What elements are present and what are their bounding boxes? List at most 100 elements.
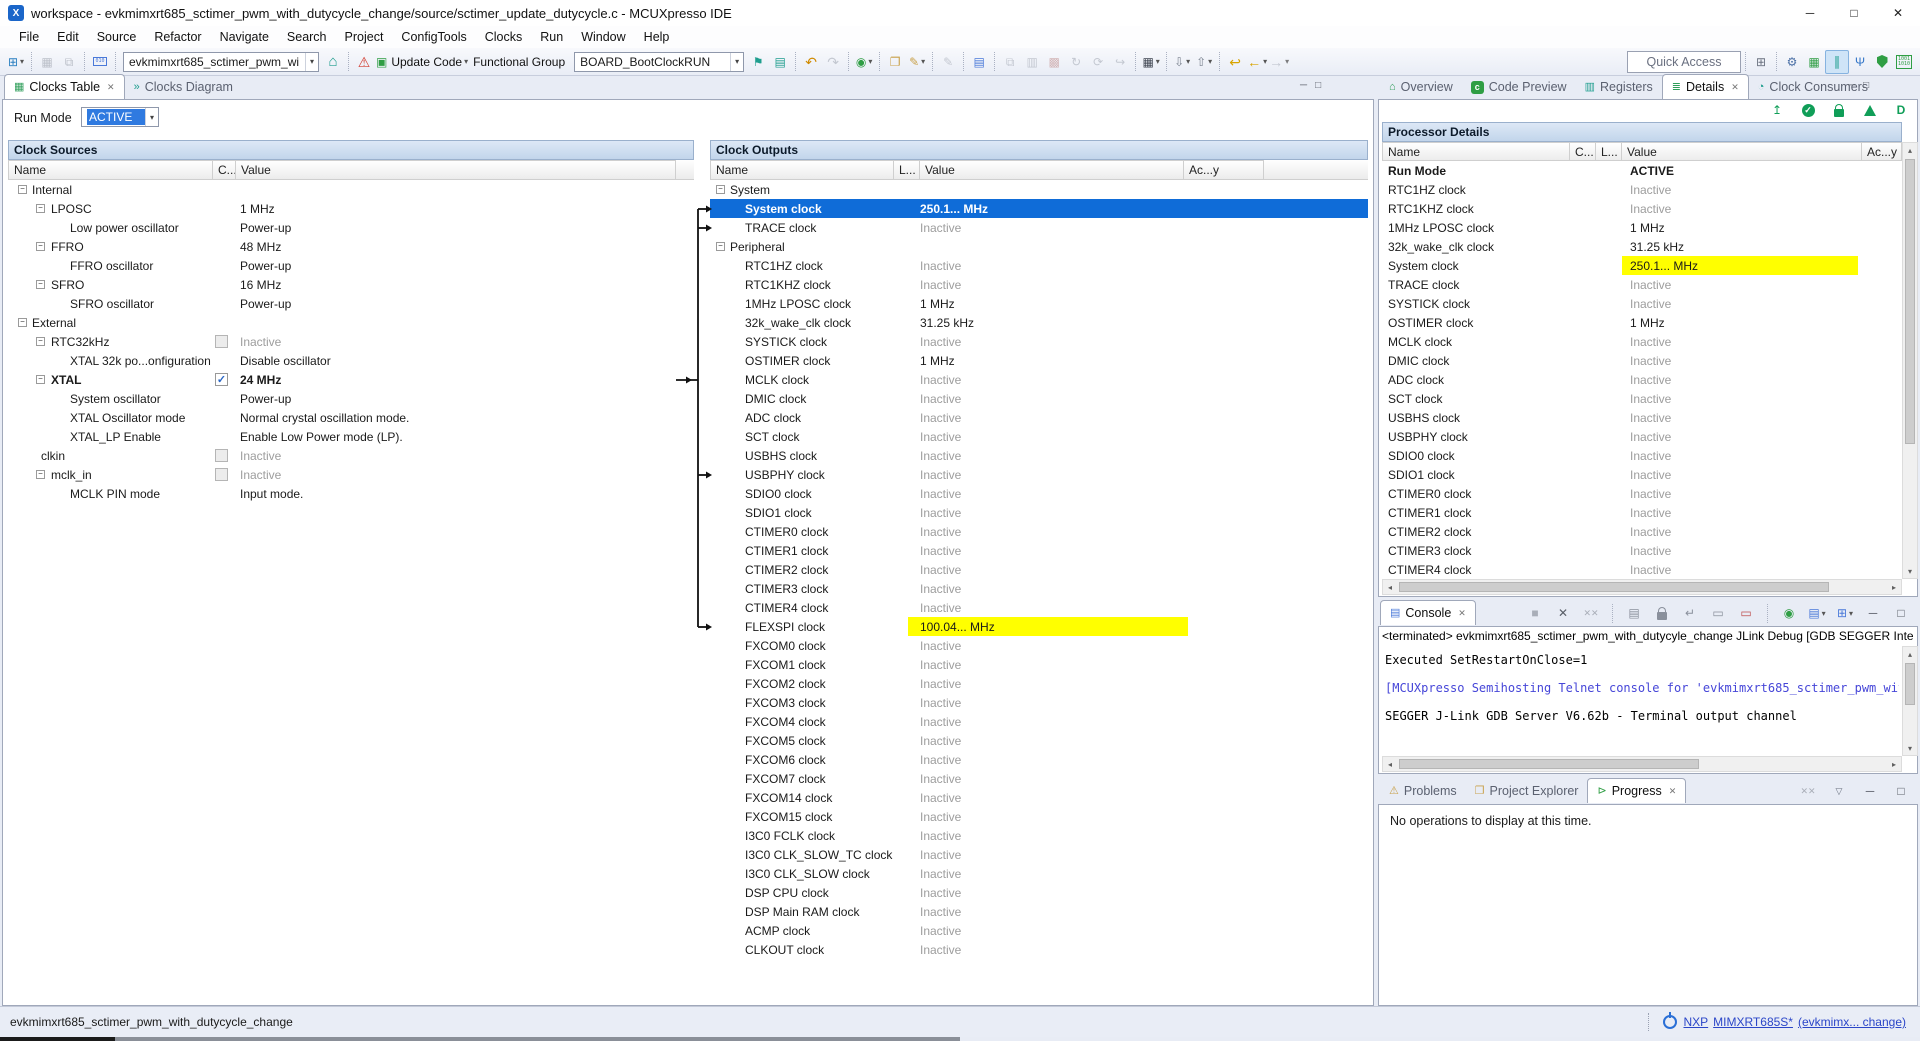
menu-refactor[interactable]: Refactor bbox=[145, 30, 210, 44]
table-row[interactable]: RTC1HZ clockInactive bbox=[1382, 180, 1902, 199]
chevron-down-icon[interactable]: ▾ bbox=[730, 53, 743, 71]
develop-perspective-button[interactable]: ▦ bbox=[1803, 51, 1825, 73]
tree-row[interactable]: SYSTICK clockInactive bbox=[710, 332, 1368, 351]
tab-console[interactable]: ▤Console✕ bbox=[1380, 600, 1476, 625]
collapse-icon[interactable]: − bbox=[18, 318, 27, 327]
column-header-c[interactable]: C... bbox=[1570, 142, 1596, 161]
tree-row[interactable]: FXCOM2 clockInactive bbox=[710, 674, 1368, 693]
table-row[interactable]: CTIMER2 clockInactive bbox=[1382, 522, 1902, 541]
tree-row[interactable]: I3C0 CLK_SLOW_TC clockInactive bbox=[710, 845, 1368, 864]
step-return-button[interactable]: ↪ bbox=[1109, 51, 1131, 73]
terminal-view-button[interactable]: ▤ bbox=[968, 51, 990, 73]
tree-row[interactable]: 32k_wake_clk clock31.25 kHz bbox=[710, 313, 1368, 332]
tree-row[interactable]: SFRO oscillatorPower-up bbox=[8, 294, 694, 313]
tree-row[interactable]: CTIMER0 clockInactive bbox=[710, 522, 1368, 541]
tree-row[interactable]: FLEXSPI clock100.04... MHz bbox=[710, 617, 1368, 636]
close-icon[interactable]: ✕ bbox=[1669, 786, 1677, 797]
validate-button[interactable]: ✓ bbox=[1797, 99, 1819, 121]
maximize-view-button[interactable]: □ bbox=[1890, 780, 1912, 802]
scrollbar-thumb[interactable] bbox=[1399, 759, 1699, 769]
tree-row[interactable]: FXCOM4 clockInactive bbox=[710, 712, 1368, 731]
menu-clocks[interactable]: Clocks bbox=[476, 30, 532, 44]
tree-row[interactable]: MCLK PIN modeInput mode. bbox=[8, 484, 694, 503]
minimize-view-button[interactable]: ─ bbox=[1859, 780, 1881, 802]
minimize-view-button[interactable]: ─ bbox=[1848, 80, 1855, 91]
update-code-button[interactable]: ▣Update Code▾ bbox=[375, 51, 469, 73]
maximize-view-button[interactable]: □ bbox=[1315, 80, 1321, 91]
tab-registers[interactable]: ▥Registers bbox=[1576, 75, 1662, 99]
maximize-button[interactable]: □ bbox=[1832, 0, 1876, 26]
last-edit-location-button[interactable]: ↩ bbox=[1224, 51, 1246, 73]
table-row[interactable]: Run ModeACTIVE bbox=[1382, 161, 1902, 180]
quick-access-button[interactable]: Quick Access bbox=[1627, 51, 1741, 73]
checkbox[interactable]: ✓ bbox=[215, 373, 228, 386]
tree-row[interactable]: XTAL Oscillator modeNormal crystal oscil… bbox=[8, 408, 694, 427]
menu-help[interactable]: Help bbox=[635, 30, 679, 44]
remove-all-launches-button[interactable]: ✕✕ bbox=[1580, 602, 1602, 624]
tree-row[interactable]: System clock250.1... MHz bbox=[710, 199, 1368, 218]
tree-row[interactable]: −System bbox=[710, 180, 1368, 199]
tree-row[interactable]: CLKOUT clockInactive bbox=[710, 940, 1368, 959]
table-row[interactable]: SDIO0 clockInactive bbox=[1382, 446, 1902, 465]
tree-row[interactable]: ACMP clockInactive bbox=[710, 921, 1368, 940]
collapse-icon[interactable]: − bbox=[36, 337, 45, 346]
tree-row[interactable]: CTIMER4 clockInactive bbox=[710, 598, 1368, 617]
table-row[interactable]: USBHS clockInactive bbox=[1382, 408, 1902, 427]
tab-progress[interactable]: ⊳Progress✕ bbox=[1587, 778, 1686, 803]
close-icon[interactable]: ✕ bbox=[107, 82, 115, 93]
tree-row[interactable]: USBPHY clockInactive bbox=[710, 465, 1368, 484]
scroll-left-icon[interactable]: ◂ bbox=[1383, 757, 1397, 771]
menu-configtools[interactable]: ConfigTools bbox=[392, 30, 475, 44]
flash-tool-button[interactable]: ✎▾ bbox=[906, 51, 928, 73]
tree-row[interactable]: TRACE clockInactive bbox=[710, 218, 1368, 237]
remove-launch-button[interactable]: ✕ bbox=[1552, 602, 1574, 624]
tree-row[interactable]: CTIMER2 clockInactive bbox=[710, 560, 1368, 579]
tree-row[interactable]: FXCOM1 clockInactive bbox=[710, 655, 1368, 674]
tab-problems[interactable]: ⚠Problems bbox=[1380, 779, 1466, 803]
show-stderr-button[interactable]: ▭ bbox=[1735, 602, 1757, 624]
tree-row[interactable]: clkinInactive bbox=[8, 446, 694, 465]
tree-row[interactable]: MCLK clockInactive bbox=[710, 370, 1368, 389]
chevron-down-icon[interactable]: ▾ bbox=[305, 53, 318, 71]
tab-code-preview[interactable]: cCode Preview bbox=[1462, 75, 1576, 99]
tab-details[interactable]: ≣Details✕ bbox=[1662, 74, 1749, 99]
menu-source[interactable]: Source bbox=[88, 30, 146, 44]
table-row[interactable]: SDIO1 clockInactive bbox=[1382, 465, 1902, 484]
tree-row[interactable]: OSTIMER clock1 MHz bbox=[710, 351, 1368, 370]
tree-row[interactable]: FXCOM0 clockInactive bbox=[710, 636, 1368, 655]
upload-button[interactable]: ⇧▾ bbox=[1193, 51, 1215, 73]
collapse-icon[interactable]: − bbox=[36, 375, 45, 384]
column-header-name[interactable]: Name bbox=[1382, 142, 1570, 161]
table-row[interactable]: DMIC clockInactive bbox=[1382, 351, 1902, 370]
tree-row[interactable]: FXCOM7 clockInactive bbox=[710, 769, 1368, 788]
column-header-acy[interactable]: Ac...y bbox=[1862, 142, 1902, 161]
word-wrap-button[interactable]: ↵ bbox=[1679, 602, 1701, 624]
scroll-right-icon[interactable]: ▸ bbox=[1887, 757, 1901, 771]
tree-row[interactable]: DSP Main RAM clockInactive bbox=[710, 902, 1368, 921]
tab-clocks-diagram[interactable]: »Clocks Diagram bbox=[125, 75, 242, 99]
load-config-button[interactable]: ❐ bbox=[884, 51, 906, 73]
tree-row[interactable]: I3C0 CLK_SLOW clockInactive bbox=[710, 864, 1368, 883]
table-row[interactable]: CTIMER4 clockInactive bbox=[1382, 560, 1902, 579]
close-button[interactable]: ✕ bbox=[1876, 0, 1920, 26]
terminate-button[interactable]: ■ bbox=[1524, 602, 1546, 624]
minimize-view-button[interactable]: ─ bbox=[1300, 80, 1307, 91]
vendor-link[interactable]: NXP bbox=[1683, 1015, 1708, 1029]
processor-details-horizontal-scrollbar[interactable]: ◂ ▸ bbox=[1382, 579, 1902, 595]
column-header-l[interactable]: L... bbox=[894, 160, 920, 180]
tree-row[interactable]: DMIC clockInactive bbox=[710, 389, 1368, 408]
menu-navigate[interactable]: Navigate bbox=[211, 30, 278, 44]
tree-row[interactable]: FFRO oscillatorPower-up bbox=[8, 256, 694, 275]
menu-run[interactable]: Run bbox=[531, 30, 572, 44]
clock-config-link[interactable]: (evkmimx... change) bbox=[1798, 1015, 1906, 1029]
shield-perspective-button[interactable] bbox=[1871, 51, 1893, 73]
tree-row[interactable]: 1MHz LPOSC clock1 MHz bbox=[710, 294, 1368, 313]
tree-row[interactable]: CTIMER1 clockInactive bbox=[710, 541, 1368, 560]
maximize-view-button[interactable]: □ bbox=[1890, 602, 1912, 624]
tree-row[interactable]: FXCOM14 clockInactive bbox=[710, 788, 1368, 807]
tree-row[interactable]: SCT clockInactive bbox=[710, 427, 1368, 446]
open-console-button[interactable]: ⊞▾ bbox=[1834, 602, 1856, 624]
collapse-icon[interactable]: − bbox=[716, 242, 725, 251]
debug-launch-button[interactable]: ◉▾ bbox=[853, 51, 875, 73]
tree-row[interactable]: −Internal bbox=[8, 180, 694, 199]
